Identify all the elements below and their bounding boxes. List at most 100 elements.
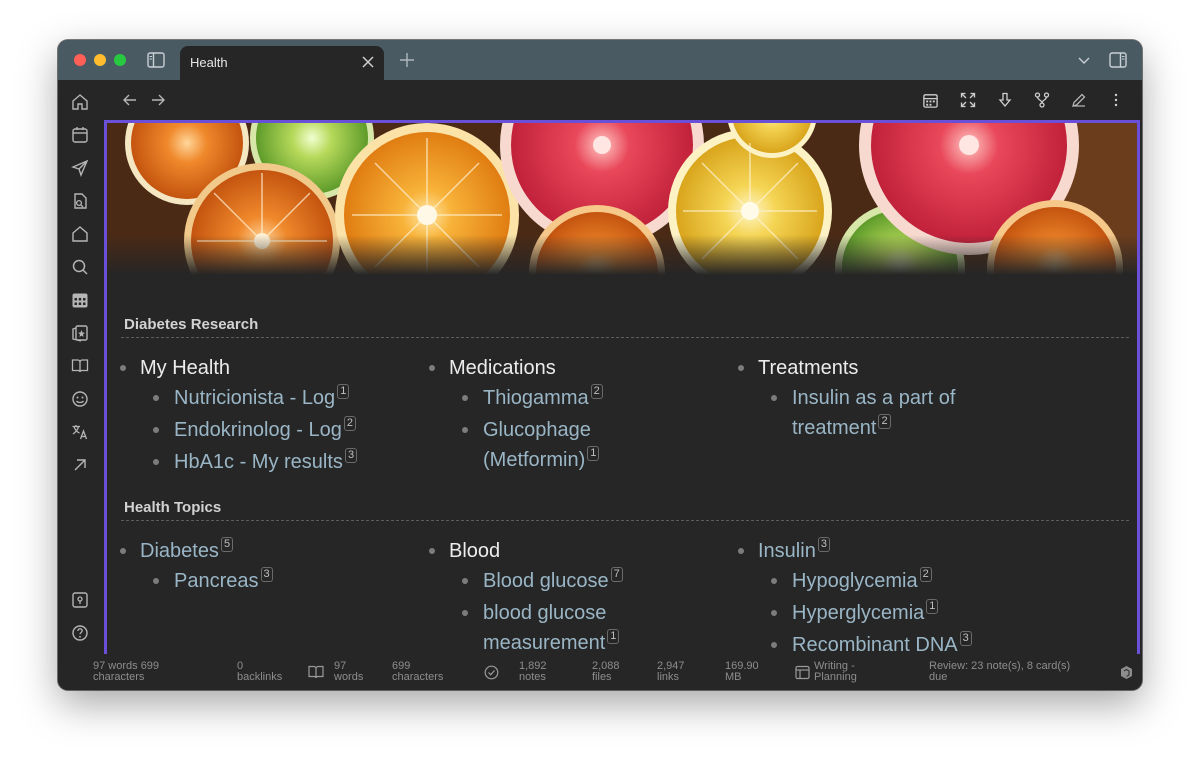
note-link[interactable]: Thiogamma: [483, 387, 589, 409]
fullscreen-icon[interactable]: [958, 90, 978, 110]
banner-fade: [107, 235, 1137, 275]
column-medications: Medications Thiogamma 2 Glucophage (Metfor…: [416, 353, 716, 475]
left-ribbon: [58, 80, 102, 690]
more-options-icon[interactable]: [1106, 90, 1126, 110]
note-link[interactable]: HbA1c - My results: [174, 451, 343, 473]
status-links: 2,947 links: [657, 660, 685, 683]
home-outline-icon[interactable]: [70, 224, 90, 244]
edit-pencil-icon[interactable]: [1069, 90, 1089, 110]
file-search-icon[interactable]: [70, 191, 90, 211]
list-item[interactable]: Glucophage (Metformin) 1: [416, 415, 716, 475]
column-title: Treatments: [758, 357, 859, 379]
smiley-icon[interactable]: [70, 389, 90, 409]
list-item[interactable]: Nutricionista - Log 1: [107, 383, 407, 413]
tab-title: Health: [190, 55, 228, 70]
note-link[interactable]: Pancreas: [174, 570, 259, 592]
sync-status-icon[interactable]: [1118, 664, 1134, 680]
close-window-button[interactable]: [74, 54, 86, 66]
note-link[interactable]: treatment: [792, 417, 876, 439]
right-sidebar-toggle-icon[interactable]: [1108, 51, 1128, 69]
calendar-grid-icon[interactable]: [70, 290, 90, 310]
calendar-toolbar-icon[interactable]: [920, 90, 940, 110]
note-link[interactable]: Endokrinolog - Log: [174, 419, 342, 441]
column-diabetes: Diabetes 5 Pancreas 3: [107, 536, 407, 596]
zoom-window-button[interactable]: [114, 54, 126, 66]
vault-icon[interactable]: [70, 590, 90, 610]
column-title: My Health: [140, 357, 231, 379]
note-link[interactable]: Hypoglycemia: [792, 570, 918, 592]
section-heading-health-topics: Health Topics: [124, 499, 222, 516]
sidebar-toggle-icon[interactable]: [146, 51, 166, 69]
note-link[interactable]: Blood glucose: [483, 570, 609, 592]
back-arrow-icon[interactable]: [120, 90, 140, 110]
list-item[interactable]: Recombinant DNA 3: [725, 630, 1025, 654]
minimize-window-button[interactable]: [94, 54, 106, 66]
list-item[interactable]: Pancreas 3: [107, 566, 407, 596]
list-item[interactable]: blood glucose measurement 1: [416, 598, 716, 654]
column-title: Blood: [449, 540, 501, 562]
note-link[interactable]: measurement: [483, 632, 605, 654]
section-divider: [121, 337, 1129, 338]
tab-health[interactable]: Health: [180, 46, 384, 80]
note-link[interactable]: Insulin as a part of: [792, 387, 955, 409]
translate-icon[interactable]: [70, 422, 90, 442]
column-insulin: Insulin 3 Hypoglycemia 2 Hyperglycemia 1 Re…: [725, 536, 1025, 654]
chevron-down-icon[interactable]: [1076, 52, 1092, 68]
forward-arrow-icon[interactable]: [148, 90, 168, 110]
note-link[interactable]: Diabetes: [140, 540, 219, 562]
calendar-icon[interactable]: [70, 125, 90, 145]
link-count-badge: 2: [919, 567, 932, 582]
note-link[interactable]: Nutricionista - Log: [174, 387, 335, 409]
send-icon[interactable]: [70, 158, 90, 178]
list-item[interactable]: Insulin 3: [725, 536, 1025, 566]
list-item[interactable]: HbA1c - My results 3: [107, 447, 407, 477]
status-backlinks[interactable]: 0 backlinks: [237, 661, 282, 683]
note-link[interactable]: Hyperglycemia: [792, 602, 924, 624]
status-vault-size: 169.90 MB: [725, 660, 759, 683]
list-item: Blood: [416, 536, 716, 566]
arrow-down-icon[interactable]: [995, 90, 1015, 110]
note-link[interactable]: blood glucose: [483, 602, 606, 624]
list-item[interactable]: Blood glucose 7: [416, 566, 716, 596]
link-count-badge: 1: [926, 599, 939, 614]
tab-close-icon[interactable]: [360, 54, 376, 70]
note-link[interactable]: Recombinant DNA: [792, 634, 958, 654]
check-circle-icon[interactable]: [483, 664, 499, 680]
cards-icon[interactable]: [70, 323, 90, 343]
link-count-badge: 2: [878, 414, 891, 429]
status-review-due[interactable]: Review: 23 note(s), 8 card(s) due: [929, 661, 1070, 683]
book-open-icon[interactable]: [308, 664, 324, 680]
status-word-count: 97 words 699 characters: [93, 660, 160, 683]
layout-icon[interactable]: [794, 664, 810, 680]
link-count-badge: 1: [587, 446, 600, 461]
home-icon[interactable]: [70, 92, 90, 112]
list-item: Treatments: [725, 353, 1025, 383]
list-item[interactable]: Hypoglycemia 2: [725, 566, 1025, 596]
link-count-badge: 3: [817, 537, 830, 552]
search-icon[interactable]: [70, 257, 90, 277]
note-link[interactable]: (Metformin): [483, 449, 585, 471]
list-item[interactable]: Endokrinolog - Log 2: [107, 415, 407, 445]
list-item[interactable]: Insulin as a part of treatment 2: [725, 383, 1025, 443]
note-link[interactable]: Glucophage: [483, 419, 591, 441]
status-workspace[interactable]: Writing - Planning: [814, 661, 857, 683]
git-branch-icon[interactable]: [1032, 90, 1052, 110]
list-item: My Health: [107, 353, 407, 383]
link-count-badge: 5: [220, 537, 234, 552]
section-divider: [121, 520, 1129, 521]
title-bar: Health: [58, 40, 1142, 80]
column-blood: Blood Blood glucose 7 blood glucose measur…: [416, 536, 716, 654]
new-tab-icon[interactable]: [398, 51, 416, 69]
link-count-badge: 7: [610, 567, 623, 582]
list-item[interactable]: Hyperglycemia 1: [725, 598, 1025, 628]
list-item[interactable]: Thiogamma 2: [416, 383, 716, 413]
list-item[interactable]: Diabetes 5: [107, 536, 407, 566]
section-heading-diabetes-research: Diabetes Research: [124, 316, 259, 333]
column-title: Medications: [449, 357, 556, 379]
column-my-health: My Health Nutricionista - Log 1 Endokrino…: [107, 353, 407, 477]
note-link[interactable]: Insulin: [758, 540, 816, 562]
book-icon[interactable]: [70, 356, 90, 376]
arrow-up-right-icon[interactable]: [70, 455, 90, 475]
note-content[interactable]: Diabetes Research My Health Nutricionist…: [104, 120, 1140, 654]
help-icon[interactable]: [70, 623, 90, 643]
